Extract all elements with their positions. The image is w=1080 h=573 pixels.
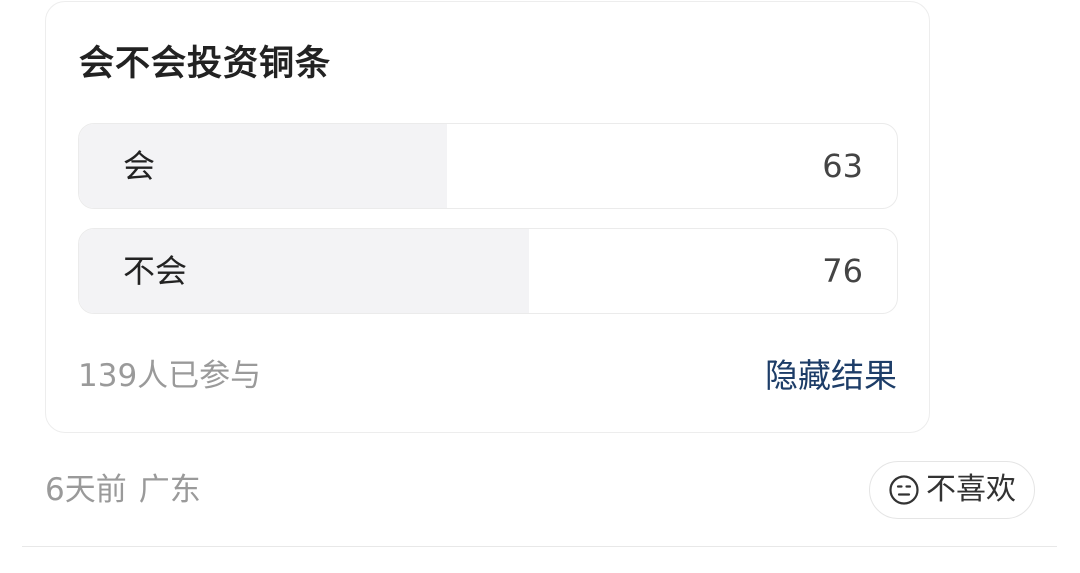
post-meta: 6天前 广东 (45, 470, 201, 510)
poll-card: 会不会投资铜条 会 63 不会 76 139人已参与 隐藏结果 (45, 1, 930, 433)
divider (22, 546, 1057, 547)
neutral-face-icon (888, 474, 920, 506)
dislike-button[interactable]: 不喜欢 (869, 461, 1035, 519)
dislike-label: 不喜欢 (926, 472, 1016, 507)
hide-results-link[interactable]: 隐藏结果 (765, 355, 897, 397)
post-location: 广东 (138, 472, 201, 508)
poll-option-count: 76 (822, 252, 863, 290)
poll-option-1[interactable]: 会 63 (78, 123, 898, 209)
poll-option-2[interactable]: 不会 76 (78, 228, 898, 314)
participants-count: 139人已参与 (78, 358, 262, 394)
poll-option-label: 不会 (123, 252, 188, 290)
poll-option-count: 63 (822, 147, 863, 185)
post-time: 6天前 (45, 472, 127, 508)
poll-title: 会不会投资铜条 (79, 44, 332, 84)
poll-option-label: 会 (123, 147, 156, 185)
